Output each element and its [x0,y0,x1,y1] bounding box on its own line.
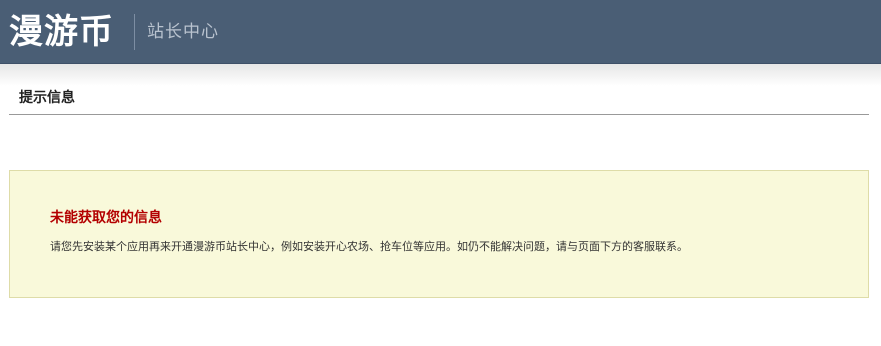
notice-message: 请您先安装某个应用再来开通漫游币站长中心，例如安装开心农场、抢车位等应用。如仍不… [50,240,688,253]
site-header: 漫游币 站长中心 [0,0,881,64]
notice-box: 未能获取您的信息 请您先安装某个应用再来开通漫游币站长中心，例如安装开心农场、抢… [9,170,869,298]
header-subtitle: 站长中心 [147,22,219,42]
site-logo[interactable]: 漫游币 [9,10,114,54]
header-shadow [0,64,881,86]
header-divider [134,14,135,50]
section-title: 提示信息 [19,90,75,106]
section-divider [9,114,869,115]
notice-title: 未能获取您的信息 [50,210,162,226]
